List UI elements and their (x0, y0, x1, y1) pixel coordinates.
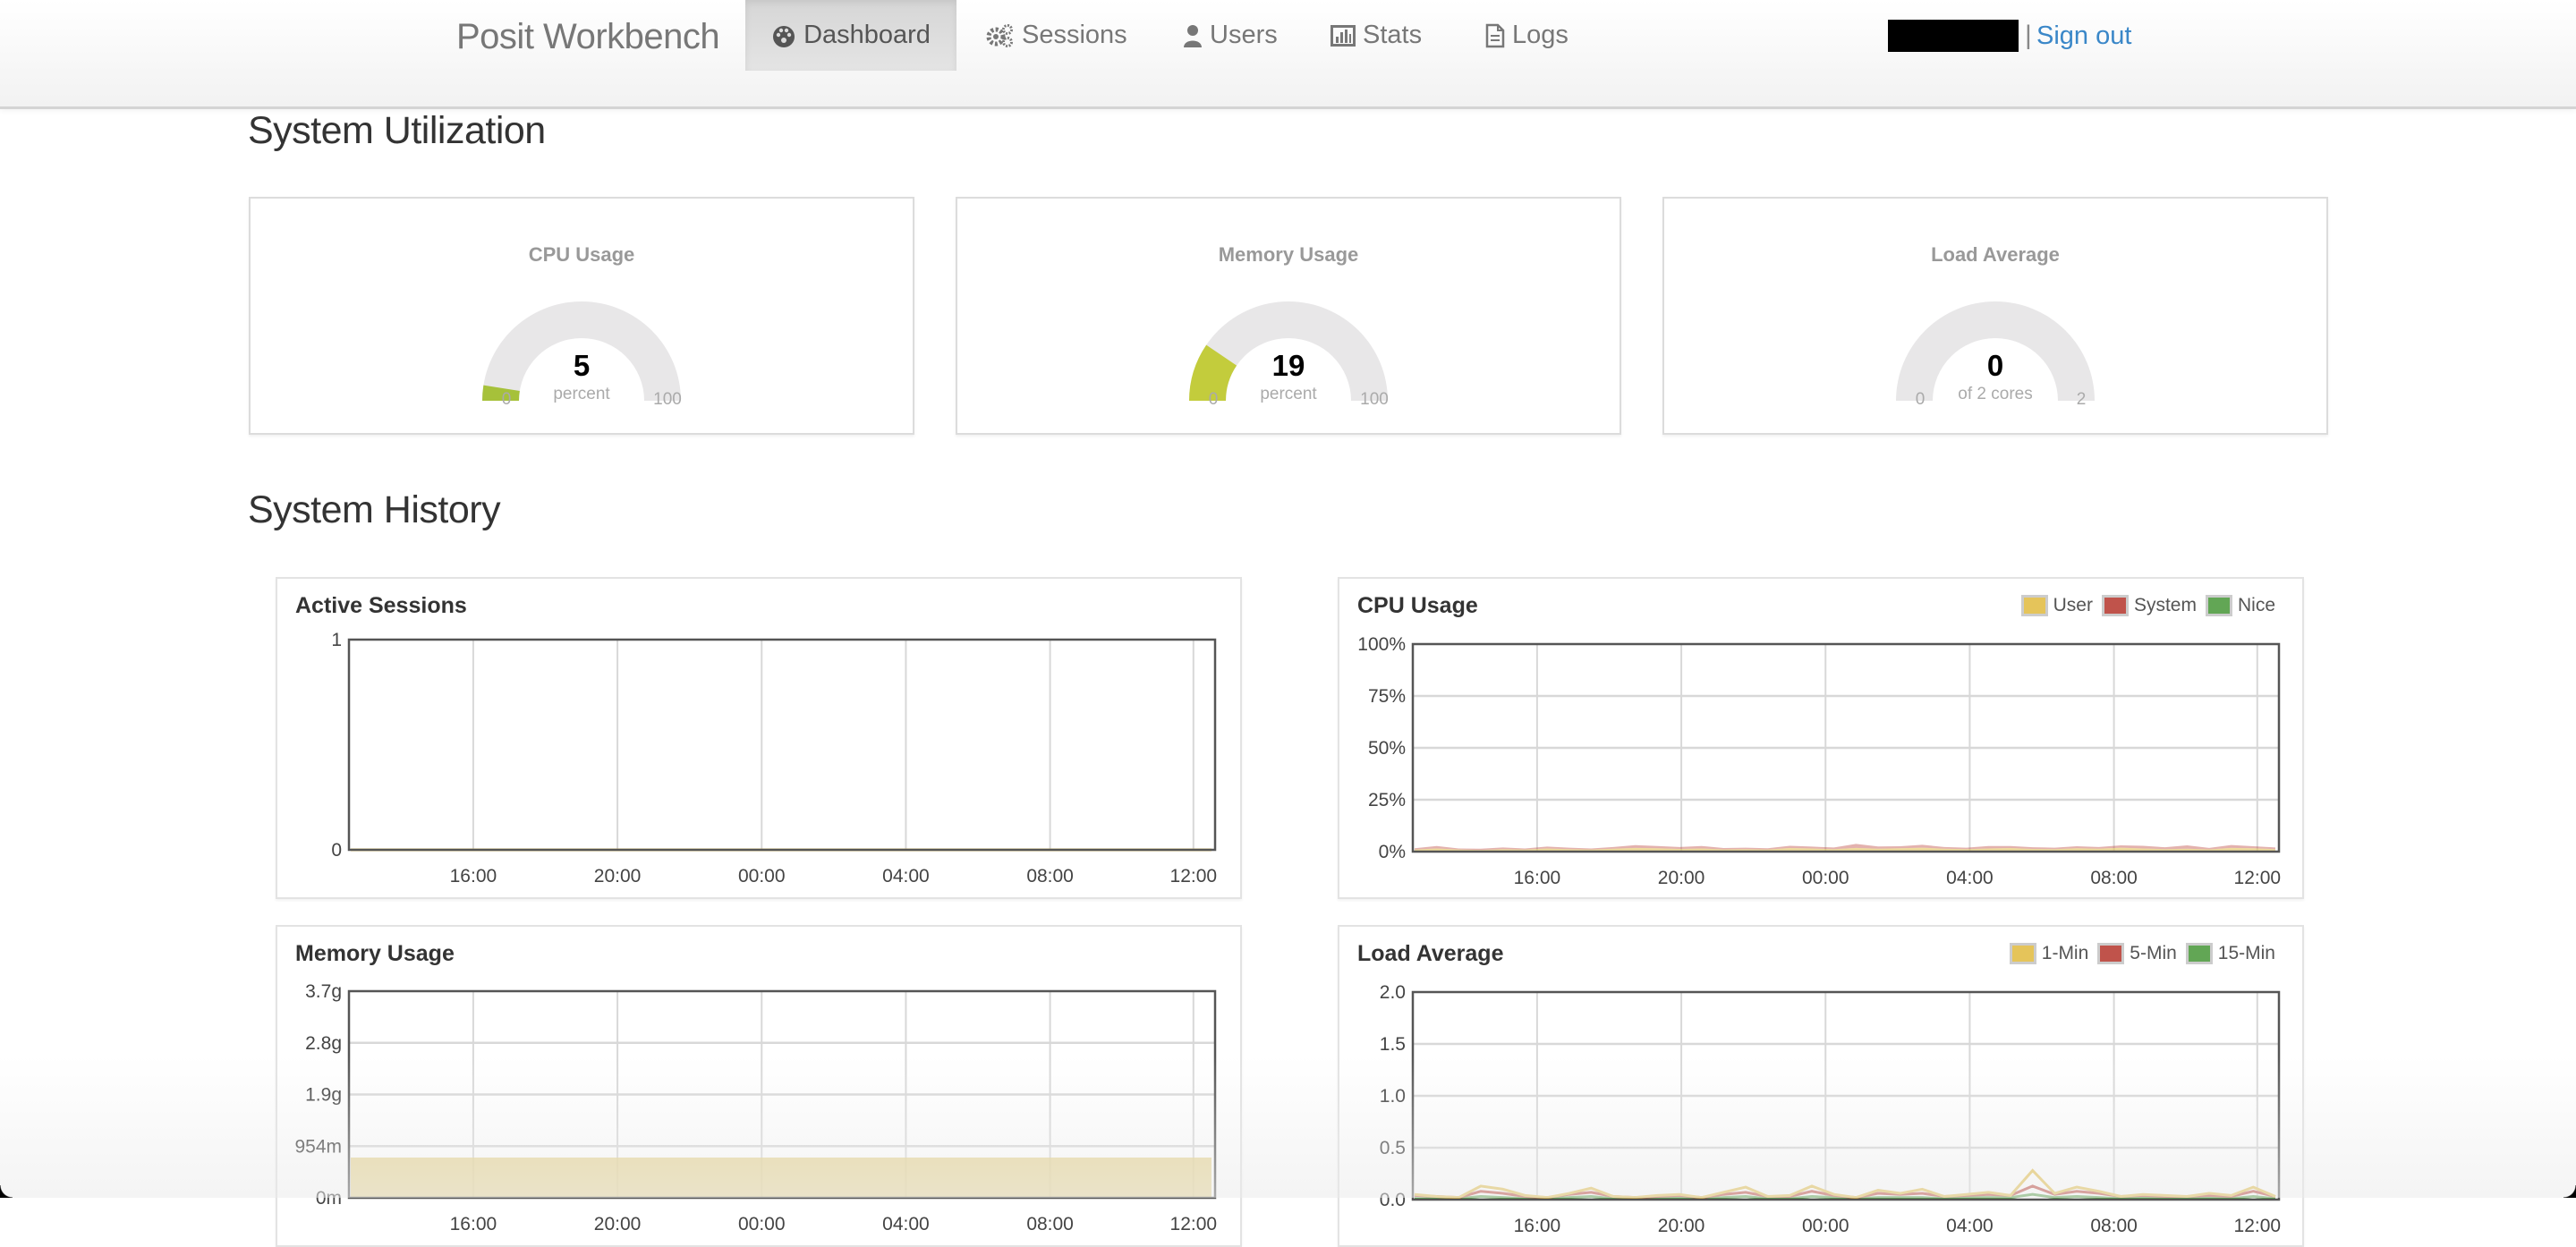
gauge-max: 100 (653, 390, 682, 409)
gauge-min: 0 (1915, 390, 1926, 409)
x-tick-label: 04:00 (882, 866, 930, 886)
y-tick-label: 2.0 (1380, 982, 1406, 1003)
bar-chart-icon (1331, 24, 1356, 47)
nav-stats[interactable]: Stats (1331, 0, 1422, 71)
nav-dashboard[interactable]: Dashboard (745, 0, 956, 71)
gauge-value: 5 (573, 349, 591, 382)
y-tick-label: 0.0 (1380, 1190, 1406, 1210)
x-tick-label: 00:00 (738, 866, 786, 886)
x-tick-label: 16:00 (1514, 1216, 1561, 1236)
nav-logs-label: Logs (1512, 21, 1569, 49)
x-tick-label: 04:00 (1946, 868, 1994, 888)
x-tick-label: 20:00 (1658, 1216, 1705, 1236)
area-series-memory (351, 1158, 1211, 1198)
y-tick-label: 1.0 (1380, 1086, 1406, 1107)
gauge-value: 19 (1271, 349, 1305, 382)
username-redacted (1888, 20, 2019, 52)
x-tick-label: 20:00 (594, 866, 642, 886)
x-tick-label: 12:00 (2234, 868, 2282, 888)
y-tick-label: 2.8g (305, 1033, 342, 1054)
x-tick-label: 12:00 (1170, 866, 1218, 886)
x-tick-label: 12:00 (2234, 1216, 2282, 1236)
plot-frame (347, 638, 1217, 852)
gauge-min: 0 (1208, 390, 1219, 409)
line-series-1-min (1414, 1168, 2276, 1200)
nav-logs[interactable]: Logs (1485, 0, 1569, 71)
gauge-unit: percent (553, 385, 610, 403)
y-tick-label: 50% (1368, 738, 1406, 759)
nav-users-label: Users (1210, 21, 1278, 49)
x-tick-label: 08:00 (2090, 1216, 2138, 1236)
x-tick-label: 20:00 (594, 1214, 642, 1234)
x-tick-label: 16:00 (450, 866, 497, 886)
dashboard-icon (773, 25, 795, 47)
y-tick-label: 0 (331, 840, 342, 861)
x-tick-label: 20:00 (1658, 868, 1705, 888)
brand-title[interactable]: Posit Workbench (456, 13, 720, 61)
gauge-value: 0 (1986, 349, 2004, 382)
y-tick-label: 3.7g (305, 981, 342, 1002)
chart-panel-cpu-usage: CPU Usage User System Nice 0% 25% 50% 75% 10… (1338, 577, 2304, 899)
y-tick-label: 954m (294, 1136, 342, 1157)
user-icon (1184, 24, 1202, 47)
x-tick-label: 08:00 (2090, 868, 2138, 888)
chart-panel-load-average: Load Average 1-Min 5-Min 15-Min 0.0 0.5 1.… (1338, 925, 2304, 1247)
gauge-panel-cpu: CPU Usage 5 percent 0 100 (249, 197, 914, 435)
y-tick-label: 0% (1379, 842, 1406, 862)
system-utilization-heading: System Utilization (248, 109, 546, 152)
y-tick-label: 0.5 (1380, 1138, 1406, 1158)
x-tick-label: 04:00 (1946, 1216, 1994, 1236)
x-tick-label: 08:00 (1026, 866, 1074, 886)
nav-sessions[interactable]: Sessions (986, 0, 1127, 71)
y-tick-label: 1.5 (1380, 1034, 1406, 1055)
x-tick-label: 04:00 (882, 1214, 930, 1234)
gauge-min: 0 (501, 390, 512, 409)
x-tick-label: 12:00 (1170, 1214, 1218, 1234)
nav-dashboard-label: Dashboard (803, 21, 931, 49)
cpu-usage-chart: 0% 25% 50% 75% 100% 16:00 20:00 00:00 04:00 08:00… (1357, 634, 2282, 888)
sign-out-link[interactable]: Sign out (2036, 20, 2131, 52)
y-tick-label: 75% (1368, 686, 1406, 707)
nav-sessions-label: Sessions (1022, 21, 1127, 49)
gauge-max: 100 (1360, 390, 1389, 409)
top-navbar: Posit Workbench Dashboard Sessions Users (0, 0, 2576, 109)
nav-stats-label: Stats (1363, 21, 1423, 49)
system-history-heading: System History (248, 488, 501, 531)
gears-icon (986, 23, 1013, 47)
gauge-unit: percent (1260, 385, 1317, 403)
gauge-panel-load: Load Average 0 of 2 cores 0 2 (1662, 197, 2328, 435)
x-tick-label: 00:00 (1802, 868, 1849, 888)
window-corner (0, 1185, 13, 1198)
gauge-unit: of 2 cores (1958, 385, 2033, 403)
x-tick-label: 16:00 (450, 1214, 497, 1234)
gauge-max: 2 (2076, 390, 2087, 409)
x-tick-label: 16:00 (1514, 868, 1561, 888)
nav-users[interactable]: Users (1183, 0, 1278, 71)
x-tick-label: 00:00 (738, 1214, 786, 1234)
y-tick-label: 25% (1368, 790, 1406, 810)
y-tick-label: 100% (1357, 634, 1406, 655)
window-corner (2563, 1185, 2576, 1198)
chart-panel-memory-usage: Memory Usage 0m 954m 1.9g 2.8g 3.7g 16:00 20:0… (276, 925, 1242, 1247)
file-text-icon (1485, 23, 1505, 47)
x-tick-label: 00:00 (1802, 1216, 1849, 1236)
y-tick-label: 0m (316, 1188, 342, 1209)
user-separator: | (2025, 21, 2032, 50)
active-sessions-chart: 0 1 16:00 20:00 00:00 04:00 08:00 12:00 (331, 630, 1218, 886)
x-tick-label: 08:00 (1026, 1214, 1074, 1234)
gauge-panel-memory: Memory Usage 19 percent 0 100 (956, 197, 1621, 435)
chart-panel-active-sessions: Active Sessions 0 1 16:00 20:00 00:00 04:00 08… (276, 577, 1242, 899)
y-tick-label: 1 (331, 630, 342, 650)
y-tick-label: 1.9g (305, 1085, 342, 1106)
